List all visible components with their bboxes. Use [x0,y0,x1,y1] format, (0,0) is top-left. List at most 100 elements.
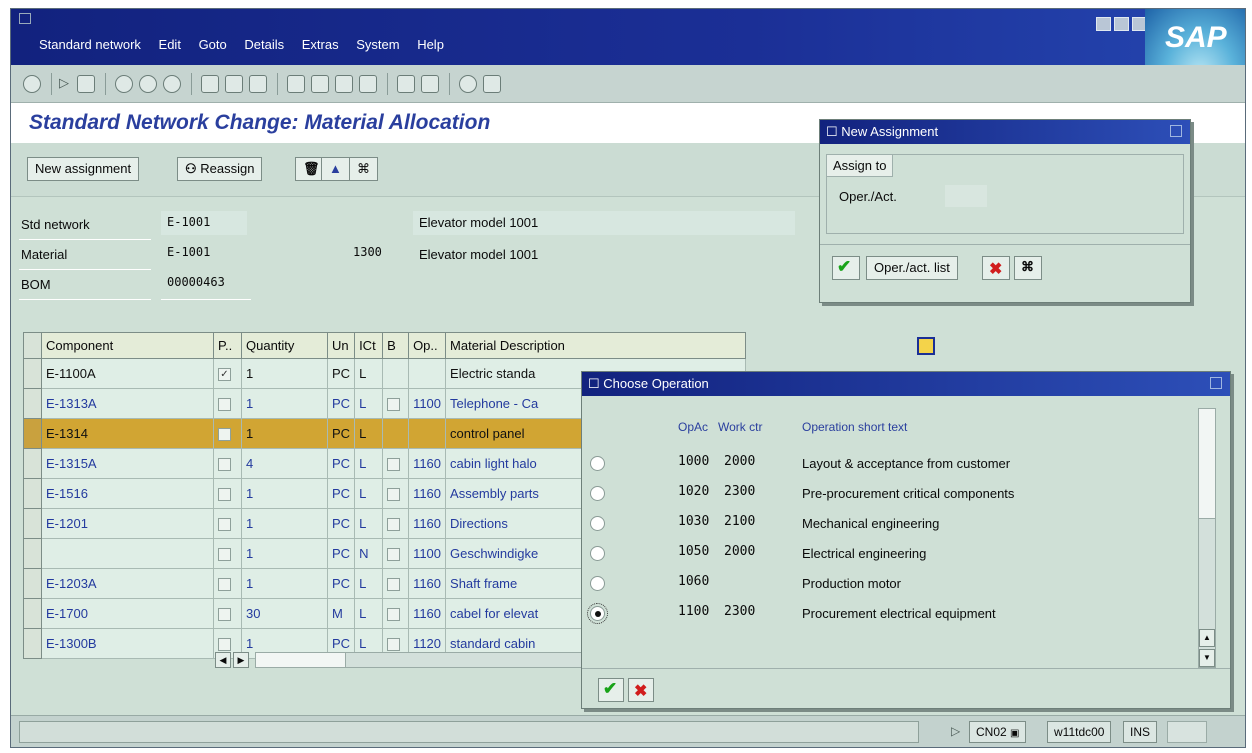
checkbox[interactable] [387,398,401,412]
scroll-right-icon[interactable]: ▶ [233,652,249,668]
menu-details[interactable]: Details [244,37,284,52]
operation-cell[interactable] [408,418,447,449]
operation-cell[interactable] [408,358,447,389]
component-cell[interactable] [41,538,214,569]
horizontal-scrollbar[interactable] [255,652,585,668]
scroll-thumb[interactable] [1199,409,1215,519]
row-selector[interactable] [23,598,42,629]
row-selector[interactable] [23,628,42,659]
item-category-cell[interactable]: L [354,358,384,389]
component-cell[interactable]: E-1700 [41,598,214,629]
quantity-cell[interactable]: 1 [241,418,328,449]
last-page-icon[interactable] [359,75,377,93]
item-category-cell[interactable]: L [354,448,384,479]
checkbox[interactable] [387,548,401,562]
shortcut-icon[interactable] [421,75,439,93]
component-cell[interactable]: E-1300B [41,628,214,659]
checkbox[interactable] [218,638,231,652]
item-category-cell[interactable]: N [354,538,384,569]
menu-system[interactable]: System [356,37,399,52]
row-selector[interactable] [23,418,42,449]
checkbox[interactable] [218,428,231,442]
radio-operation[interactable] [590,486,605,501]
col-un[interactable]: Un [326,332,356,359]
table-settings-icon[interactable] [917,337,935,355]
quantity-cell[interactable]: 1 [241,478,328,509]
checkbox[interactable] [218,578,231,592]
maximize-icon[interactable] [1114,17,1129,31]
unit-cell[interactable]: PC [326,418,356,449]
unit-cell[interactable]: PC [326,538,356,569]
item-category-cell[interactable]: L [354,478,384,509]
unit-cell[interactable]: PC [326,478,356,509]
new-session-icon[interactable] [397,75,415,93]
checkbox[interactable] [387,458,401,472]
operation-cell[interactable]: 1160 [408,598,447,629]
checkbox[interactable] [218,398,231,412]
checkbox[interactable] [218,518,231,532]
quantity-cell[interactable]: 30 [241,598,328,629]
row-selector[interactable] [23,358,42,389]
checkbox[interactable] [387,578,401,592]
component-cell[interactable]: E-1203A [41,568,214,599]
reassign-button[interactable]: ⚇ Reassign [177,157,263,181]
radio-operation[interactable] [590,576,605,591]
col-quantity[interactable]: Quantity [241,332,328,359]
row-selector[interactable] [23,508,42,539]
quantity-cell[interactable]: 1 [241,358,328,389]
back-icon[interactable] [115,75,133,93]
cancel-icon[interactable] [163,75,181,93]
save-icon[interactable] [77,75,95,93]
scroll-thumb[interactable] [256,653,346,667]
checkbox[interactable] [218,608,231,622]
component-cell[interactable]: E-1100A [41,358,214,389]
checkbox[interactable] [387,488,401,502]
enter-icon[interactable] [23,75,41,93]
row-selector[interactable] [23,448,42,479]
confirm-button[interactable]: ✔ [598,678,624,702]
col-p[interactable]: P.. [213,332,242,359]
row-selector[interactable] [23,388,42,419]
row-selector[interactable] [23,568,42,599]
scroll-up-icon[interactable]: ▲ [1199,629,1215,647]
operation-cell[interactable]: 1160 [408,448,447,479]
scroll-down-icon[interactable]: ▼ [1199,649,1215,667]
quantity-cell[interactable]: 1 [241,538,328,569]
oper-act-list-button[interactable]: Oper./act. list [866,256,958,280]
component-cell[interactable]: E-1201 [41,508,214,539]
new-assignment-button[interactable]: New assignment [27,157,140,181]
menu-edit[interactable]: Edit [159,37,181,52]
radio-operation[interactable] [590,546,605,561]
print-button[interactable]: ▲ [321,157,350,181]
menu-standard-network[interactable]: Standard network [39,37,141,52]
select-all-cell[interactable] [23,332,42,359]
close-icon[interactable] [1210,377,1222,389]
radio-operation[interactable] [590,516,605,531]
checked-checkbox-icon[interactable]: ✓ [218,368,231,382]
checkbox[interactable] [218,548,231,562]
expand-status-icon[interactable]: ▷ [951,724,960,738]
menu-help[interactable]: Help [417,37,444,52]
quantity-cell[interactable]: 4 [241,448,328,479]
checkbox[interactable] [387,608,401,622]
unit-cell[interactable]: PC [326,448,356,479]
col-ict[interactable]: ICt [354,332,384,359]
find-next-icon[interactable] [249,75,267,93]
menu-extras[interactable]: Extras [302,37,339,52]
operation-cell[interactable]: 1100 [408,538,447,569]
close-icon[interactable] [1170,125,1182,137]
unit-cell[interactable]: M [326,598,356,629]
checkbox[interactable] [387,518,401,532]
vertical-scrollbar[interactable]: ▲ ▼ [1198,408,1216,668]
operation-cell[interactable]: 1160 [408,508,447,539]
item-category-cell[interactable]: L [354,508,384,539]
cancel-button[interactable]: ✖ [982,256,1010,280]
checkbox[interactable] [387,638,401,652]
component-cell[interactable]: E-1313A [41,388,214,419]
help-icon[interactable] [459,75,477,93]
search-button[interactable]: ⌘ [1014,256,1042,280]
col-component[interactable]: Component [41,332,214,359]
checkbox[interactable] [218,488,231,502]
item-category-cell[interactable]: L [354,388,384,419]
operation-cell[interactable]: 1160 [408,478,447,509]
